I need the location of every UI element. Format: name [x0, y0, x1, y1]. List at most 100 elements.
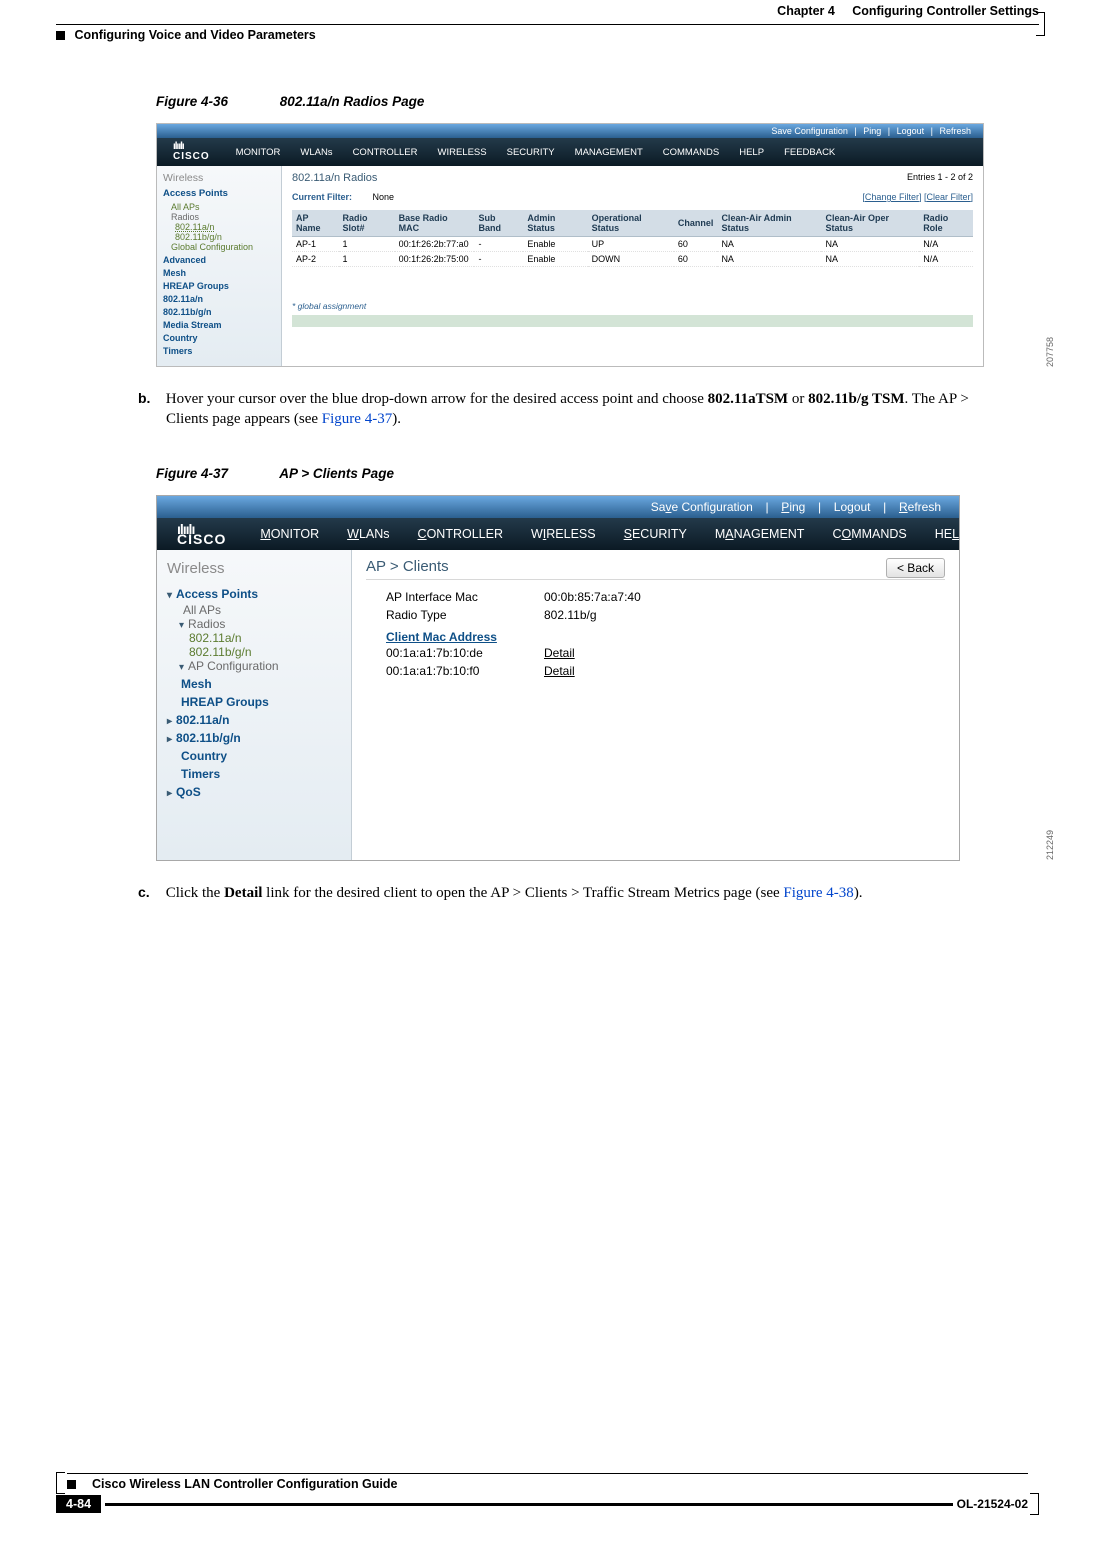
cell: 1 — [339, 237, 395, 252]
sidebar-country[interactable]: Country — [163, 333, 275, 343]
sidebar-80211bgn[interactable]: 802.11b/g/n — [163, 307, 275, 317]
bullet-square-icon — [56, 31, 65, 40]
save-config-link[interactable]: Save Configuration — [645, 500, 759, 514]
cell: - — [474, 252, 523, 267]
page-footer: Cisco Wireless LAN Controller Configurat… — [56, 1472, 1039, 1514]
figure-ref-link[interactable]: Figure 4-37 — [322, 411, 392, 427]
menu-wlans[interactable]: WLANs — [333, 519, 403, 549]
cell: 00:1f:26:2b:75:00 — [395, 252, 475, 267]
figure-4-37-caption: Figure 4-37 AP > Clients Page — [156, 466, 1039, 481]
sidebar-radio-an[interactable]: 802.11a/n — [189, 631, 341, 645]
client-mac: 00:1a:a1:7b:10:de — [386, 646, 544, 660]
sidebar-80211an[interactable]: 802.11a/n — [167, 713, 341, 727]
sidebar-nav: Wireless Access Points All APs Radios 80… — [157, 550, 352, 860]
footer-bracket-right — [1032, 1493, 1039, 1515]
sidebar-all-aps[interactable]: All APs — [183, 603, 341, 617]
refresh-link[interactable]: Refresh — [935, 126, 975, 136]
menu-wlans[interactable]: WLANs — [290, 141, 342, 164]
figure-title: AP > Clients Page — [279, 466, 394, 481]
menu-commands[interactable]: COMMANDS — [818, 519, 920, 549]
ping-link[interactable]: Ping — [859, 126, 885, 136]
figure-number: Figure 4-37 — [156, 466, 228, 481]
sidebar-radio-bgn[interactable]: 802.11b/g/n — [175, 232, 275, 242]
table-row[interactable]: AP-2 1 00:1f:26:2b:75:00 - Enable DOWN 6… — [292, 252, 973, 267]
chapter-title: Configuring Controller Settings — [852, 4, 1039, 18]
sidebar-access-points[interactable]: Access Points — [163, 188, 275, 199]
chapter-label: Chapter 4 — [777, 4, 835, 18]
back-button[interactable]: < Back — [886, 558, 945, 578]
sidebar-ap-config[interactable]: AP Configuration — [179, 659, 341, 673]
sidebar-80211bgn[interactable]: 802.11b/g/n — [167, 731, 341, 745]
menu-commands[interactable]: COMMANDS — [653, 141, 729, 164]
menu-management[interactable]: MANAGEMENT — [701, 519, 819, 549]
filter-value: None — [373, 192, 395, 202]
detail-link[interactable]: Detail — [544, 646, 575, 660]
sidebar-radios[interactable]: Radios — [171, 212, 199, 222]
menu-management[interactable]: MANAGEMENT — [565, 141, 653, 164]
logout-link[interactable]: Logout — [893, 126, 929, 136]
main-menu-bar: ılıılı CISCO MONITOR WLANs CONTROLLER WI… — [157, 518, 959, 550]
col-admin-status: Admin Status — [523, 210, 587, 237]
sidebar-mesh[interactable]: Mesh — [163, 268, 275, 278]
kv-value: 802.11b/g — [544, 608, 597, 622]
figure-ref-link[interactable]: Figure 4-38 — [783, 885, 853, 901]
menu-security[interactable]: SECURITY — [497, 141, 565, 164]
menu-monitor[interactable]: MONITOR — [246, 519, 333, 549]
detail-link[interactable]: Detail — [544, 664, 575, 678]
horizontal-scrollbar[interactable] — [292, 315, 973, 327]
sidebar-advanced[interactable]: Advanced — [163, 255, 275, 265]
change-filter-link[interactable]: Change Filter — [865, 192, 919, 202]
step-c: c. Click the Detail link for the desired… — [166, 883, 1039, 903]
sidebar-timers[interactable]: Timers — [181, 767, 341, 781]
sidebar-country[interactable]: Country — [181, 749, 341, 763]
cell: 00:1f:26:2b:77:a0 — [395, 237, 475, 252]
sidebar-radios[interactable]: Radios — [179, 617, 341, 631]
table-row[interactable]: AP-1 1 00:1f:26:2b:77:a0 - Enable UP 60 … — [292, 237, 973, 252]
chapter-header: Chapter 4 Configuring Controller Setting… — [777, 4, 1039, 18]
figure-reference-id: 207758 — [1045, 337, 1055, 367]
figure-reference-id: 212249 — [1045, 830, 1055, 860]
main-menu-bar: ılıılı CISCO MONITOR WLANs CONTROLLER WI… — [157, 138, 983, 166]
figure-4-36: Save Configuration | Ping | Logout | Ref… — [156, 123, 1039, 367]
menu-wireless[interactable]: WIRELESS — [517, 519, 610, 549]
sidebar-media-stream[interactable]: Media Stream — [163, 320, 275, 330]
menu-feedback[interactable]: FEEDBACK — [774, 141, 845, 164]
sidebar-qos[interactable]: QoS — [167, 785, 341, 799]
document-ol-id: OL-21524-02 — [957, 1497, 1028, 1511]
menu-security[interactable]: SECURITY — [610, 519, 701, 549]
page-title: 802.11a/n Radios — [292, 172, 377, 184]
global-assignment-note: * global assignment — [292, 301, 973, 311]
text-bold: 802.11aTSM — [708, 391, 788, 407]
sidebar-radio-bgn[interactable]: 802.11b/g/n — [189, 645, 341, 659]
main-panel: AP > Clients < Back AP Interface Mac 00:… — [352, 550, 959, 860]
sidebar-global-config[interactable]: Global Configuration — [171, 242, 275, 252]
menu-wireless[interactable]: WIRELESS — [428, 141, 497, 164]
sidebar-mesh[interactable]: Mesh — [181, 677, 341, 691]
sidebar-all-aps[interactable]: All APs — [171, 202, 275, 212]
menu-monitor[interactable]: MONITOR — [226, 141, 291, 164]
sidebar-hreap[interactable]: HREAP Groups — [181, 695, 341, 709]
sidebar-80211an[interactable]: 802.11a/n — [163, 294, 275, 304]
sidebar-timers[interactable]: Timers — [163, 346, 275, 356]
cell: NA — [717, 237, 821, 252]
menu-help[interactable]: HELP — [729, 141, 774, 164]
menu-controller[interactable]: CONTROLLER — [343, 141, 428, 164]
logout-link[interactable]: Logout — [828, 500, 877, 514]
sidebar-header: Wireless — [163, 172, 275, 184]
save-config-link[interactable]: Save Configuration — [767, 126, 852, 136]
sidebar-radio-an[interactable]: 802.11a/n — [175, 222, 275, 232]
cell: NA — [717, 252, 821, 267]
filter-label: Current Filter: — [292, 192, 352, 202]
refresh-link[interactable]: Refresh — [893, 500, 947, 514]
figure-4-37: Save Configuration | Ping | Logout | Ref… — [156, 495, 1039, 861]
ping-link[interactable]: Ping — [775, 500, 811, 514]
menu-controller[interactable]: CONTROLLER — [404, 519, 517, 549]
sidebar-header: Wireless — [167, 560, 341, 577]
cell: NA — [821, 252, 919, 267]
step-b: b. Hover your cursor over the blue drop-… — [166, 389, 1039, 430]
cisco-logo: ılıılı CISCO — [157, 518, 246, 550]
clear-filter-link[interactable]: Clear Filter — [926, 192, 970, 202]
sidebar-access-points[interactable]: Access Points — [167, 587, 341, 601]
menu-help[interactable]: HELP — [921, 519, 982, 549]
sidebar-hreap[interactable]: HREAP Groups — [163, 281, 275, 291]
